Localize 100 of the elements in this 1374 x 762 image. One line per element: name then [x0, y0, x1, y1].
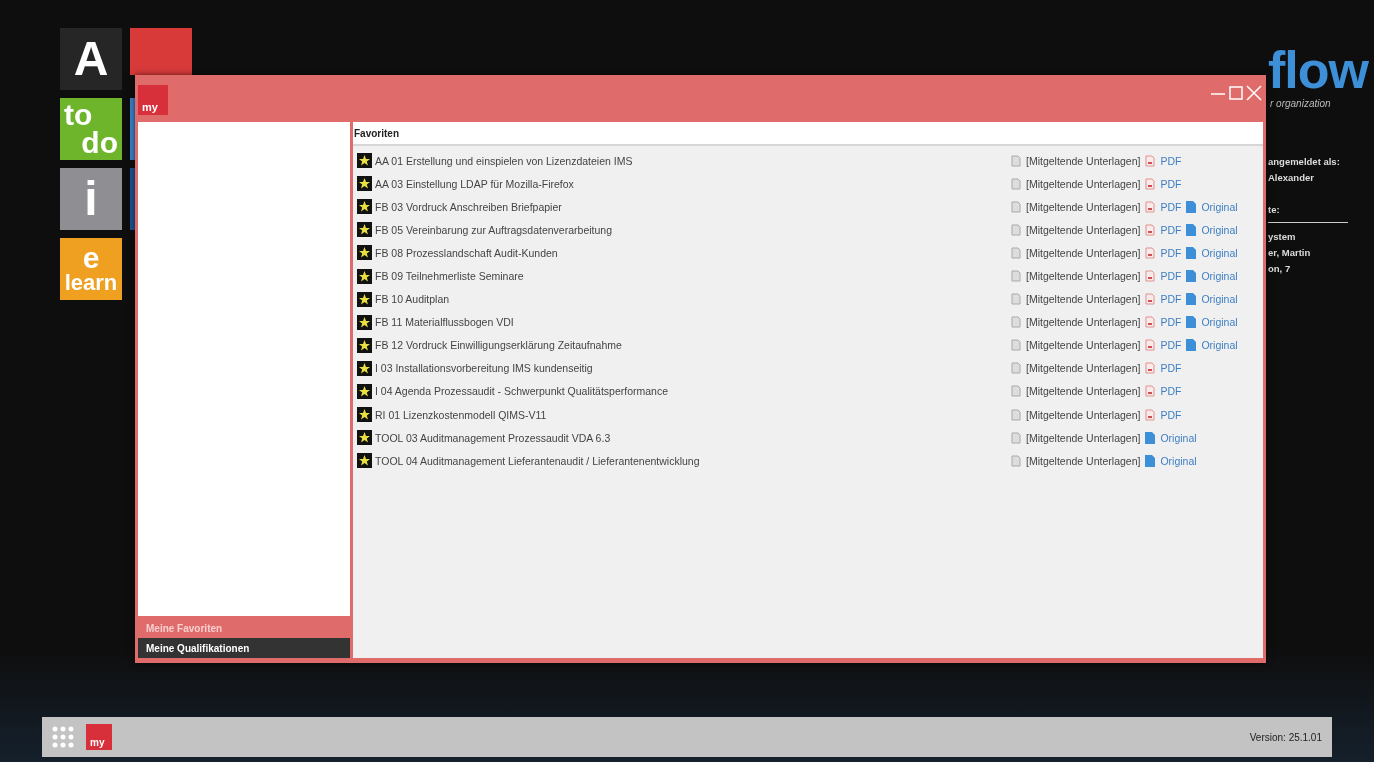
document-icon[interactable] — [1011, 316, 1021, 329]
file-icon[interactable] — [1145, 431, 1156, 444]
pdf-link[interactable]: PDF — [1160, 200, 1182, 213]
attachments-link[interactable]: [Mitgeltende Unterlagen] — [1026, 154, 1141, 167]
star-icon[interactable] — [357, 222, 372, 238]
document-title[interactable]: RI 01 Lizenzkostenmodell QIMS-V11 — [372, 408, 1011, 421]
original-link[interactable]: Original — [1201, 339, 1238, 352]
star-icon[interactable] — [357, 153, 372, 169]
document-icon[interactable] — [1011, 431, 1021, 444]
original-link[interactable]: Original — [1201, 223, 1238, 236]
original-link[interactable]: Original — [1160, 431, 1197, 444]
document-title[interactable]: FB 08 Prozesslandschaft Audit-Kunden — [372, 246, 1011, 259]
document-title[interactable]: FB 09 Teilnehmerliste Seminare — [372, 270, 1011, 282]
document-title[interactable]: TOOL 04 Auditmanagement Lieferantenaudit / Lieferantenentwicklung — [372, 454, 1011, 467]
document-icon[interactable] — [1011, 270, 1021, 282]
document-icon[interactable] — [1011, 293, 1021, 306]
attachments-link[interactable]: [Mitgeltende Unterlagen] — [1026, 362, 1141, 375]
file-icon[interactable] — [1186, 246, 1197, 259]
pdf-file-icon[interactable] — [1145, 316, 1156, 329]
file-icon[interactable] — [1186, 270, 1197, 282]
pdf-file-icon[interactable] — [1145, 385, 1156, 398]
pdf-file-icon[interactable] — [1145, 177, 1156, 190]
document-title[interactable]: TOOL 03 Auditmanagement Prozessaudit VDA 6.3 — [372, 431, 1011, 444]
document-title[interactable]: AA 01 Erstellung und einspielen von Lizenzdateien IMS — [372, 154, 1011, 167]
document-icon[interactable] — [1011, 385, 1021, 398]
file-icon[interactable] — [1186, 223, 1197, 236]
attachments-link[interactable]: [Mitgeltende Unterlagen] — [1026, 339, 1141, 352]
attachments-link[interactable]: [Mitgeltende Unterlagen] — [1026, 385, 1141, 398]
pdf-file-icon[interactable] — [1145, 270, 1156, 282]
original-link[interactable]: Original — [1201, 200, 1238, 213]
original-link[interactable]: Original — [1201, 270, 1238, 282]
app-icon[interactable]: my — [86, 724, 112, 750]
file-icon[interactable] — [1186, 293, 1197, 306]
star-icon[interactable] — [357, 314, 372, 330]
star-icon[interactable] — [357, 360, 372, 376]
pdf-file-icon[interactable] — [1145, 293, 1156, 306]
attachments-link[interactable]: [Mitgeltende Unterlagen] — [1026, 200, 1141, 213]
attachments-link[interactable]: [Mitgeltende Unterlagen] — [1026, 431, 1141, 444]
pdf-link[interactable]: PDF — [1160, 223, 1182, 236]
pdf-file-icon[interactable] — [1145, 339, 1156, 352]
pdf-file-icon[interactable] — [1145, 154, 1156, 167]
pdf-link[interactable]: PDF — [1160, 270, 1182, 282]
pdf-file-icon[interactable] — [1145, 408, 1156, 421]
pdf-link[interactable]: PDF — [1160, 154, 1182, 167]
document-title[interactable]: FB 11 Materialflussbogen VDI — [372, 316, 1011, 329]
star-icon[interactable] — [357, 430, 372, 446]
pdf-file-icon[interactable] — [1145, 362, 1156, 375]
star-icon[interactable] — [357, 245, 372, 261]
pdf-file-icon[interactable] — [1145, 223, 1156, 236]
file-icon[interactable] — [1186, 316, 1197, 329]
document-title[interactable]: FB 05 Vereinbarung zur Auftragsdatenverarbeitung — [372, 223, 1011, 236]
star-icon[interactable] — [357, 176, 372, 192]
attachments-link[interactable]: [Mitgeltende Unterlagen] — [1026, 246, 1141, 259]
app-tile[interactable] — [130, 168, 135, 230]
pdf-link[interactable]: PDF — [1160, 385, 1182, 398]
document-icon[interactable] — [1011, 339, 1021, 352]
star-icon[interactable] — [357, 199, 372, 215]
pdf-link[interactable]: PDF — [1160, 177, 1182, 190]
pdf-file-icon[interactable] — [1145, 246, 1156, 259]
document-title[interactable]: I 03 Installationsvorbereitung IMS kundenseitig — [372, 362, 1011, 375]
star-icon[interactable] — [357, 407, 372, 423]
close-icon[interactable] — [1246, 85, 1262, 101]
nav-item[interactable]: Meine Qualifikationen — [138, 638, 350, 658]
document-icon[interactable] — [1011, 246, 1021, 259]
pdf-link[interactable]: PDF — [1160, 246, 1182, 259]
grid-icon[interactable] — [52, 726, 74, 748]
star-icon[interactable] — [357, 268, 372, 284]
app-tile[interactable] — [130, 28, 192, 75]
document-icon[interactable] — [1011, 200, 1021, 213]
document-title[interactable]: AA 03 Einstellung LDAP für Mozilla-Firefox — [372, 177, 1011, 190]
pdf-link[interactable]: PDF — [1160, 362, 1182, 375]
document-icon[interactable] — [1011, 362, 1021, 375]
file-icon[interactable] — [1186, 339, 1197, 352]
pdf-link[interactable]: PDF — [1160, 293, 1182, 306]
pdf-link[interactable]: PDF — [1160, 316, 1182, 329]
document-title[interactable]: FB 12 Vordruck Einwilligungserklärung Zeitaufnahme — [372, 339, 1011, 352]
star-icon[interactable] — [357, 384, 372, 399]
attachments-link[interactable]: [Mitgeltende Unterlagen] — [1026, 270, 1141, 282]
attachments-link[interactable]: [Mitgeltende Unterlagen] — [1026, 293, 1141, 306]
document-icon[interactable] — [1011, 454, 1021, 467]
star-icon[interactable] — [357, 337, 372, 353]
attachments-link[interactable]: [Mitgeltende Unterlagen] — [1026, 223, 1141, 236]
app-tile[interactable] — [130, 98, 135, 160]
document-title[interactable]: FB 10 Auditplan — [372, 293, 1011, 306]
document-title[interactable]: FB 03 Vordruck Anschreiben Briefpapier — [372, 200, 1011, 213]
document-icon[interactable] — [1011, 223, 1021, 236]
document-icon[interactable] — [1011, 408, 1021, 421]
document-icon[interactable] — [1011, 154, 1021, 167]
original-link[interactable]: Original — [1201, 293, 1238, 306]
attachments-link[interactable]: [Mitgeltende Unterlagen] — [1026, 454, 1141, 467]
pdf-file-icon[interactable] — [1145, 200, 1156, 213]
original-link[interactable]: Original — [1201, 316, 1238, 329]
attachments-link[interactable]: [Mitgeltende Unterlagen] — [1026, 408, 1141, 421]
original-link[interactable]: Original — [1201, 246, 1238, 259]
app-tile[interactable]: A — [60, 28, 122, 90]
attachments-link[interactable]: [Mitgeltende Unterlagen] — [1026, 316, 1141, 329]
original-link[interactable]: Original — [1160, 454, 1197, 467]
document-icon[interactable] — [1011, 177, 1021, 190]
file-icon[interactable] — [1186, 200, 1197, 213]
maximize-icon[interactable] — [1228, 85, 1244, 101]
